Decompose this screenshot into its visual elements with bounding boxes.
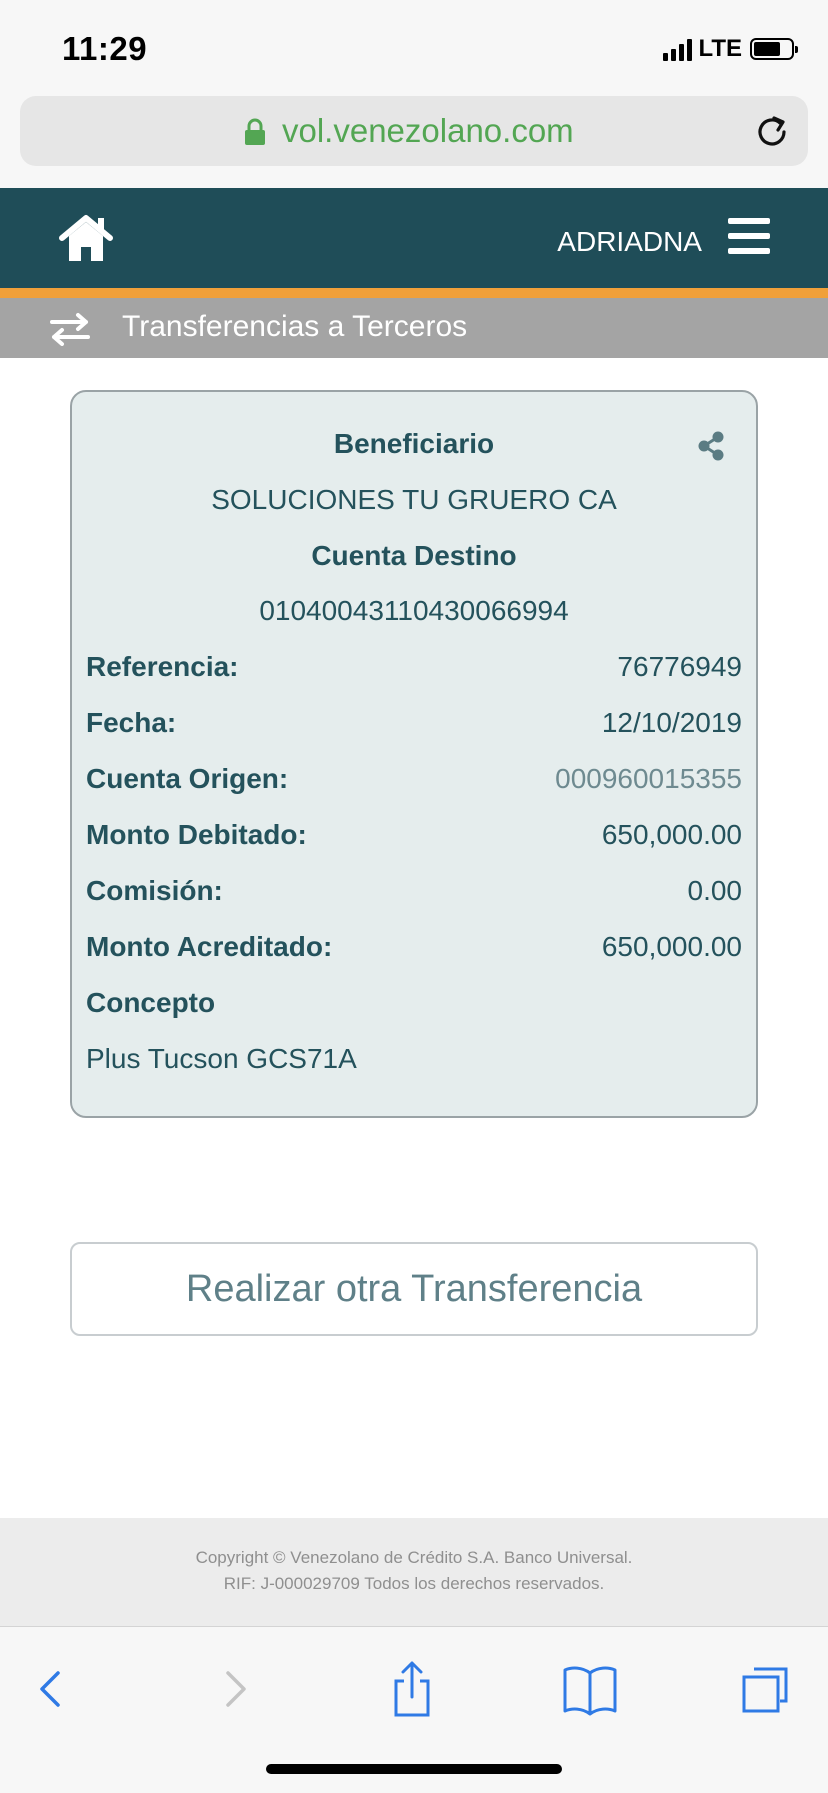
lock-icon bbox=[245, 118, 265, 145]
detail-row-reference: Referencia: 76776949 bbox=[86, 651, 742, 691]
accent-divider bbox=[0, 288, 828, 298]
row-value: 12/10/2019 bbox=[601, 707, 742, 738]
status-indicators: LTE bbox=[663, 35, 798, 62]
forward-icon[interactable] bbox=[204, 1659, 264, 1719]
row-label: Comisión: bbox=[86, 875, 223, 906]
app-header: ADRIADNA bbox=[0, 188, 828, 288]
row-label: Monto Acreditado: bbox=[86, 931, 333, 962]
concept-value-row: Plus Tucson GCS71A bbox=[86, 1043, 742, 1083]
status-time: 11:29 bbox=[62, 30, 148, 67]
detail-row-credited-amount: Monto Acreditado: 650,000.00 bbox=[86, 931, 742, 971]
menu-icon[interactable] bbox=[728, 218, 770, 254]
bookmarks-icon[interactable] bbox=[560, 1659, 620, 1719]
row-value: 650,000.00 bbox=[601, 931, 742, 962]
row-label: Monto Debitado: bbox=[86, 819, 307, 850]
status-bar: 11:29 LTE bbox=[0, 0, 828, 90]
tabs-icon[interactable] bbox=[736, 1659, 796, 1719]
copyright-text: Copyright © Venezolano de Crédito S.A. B… bbox=[195, 1548, 633, 1567]
dest-account-label: Cuenta Destino bbox=[311, 540, 517, 571]
row-value: 000960015355 bbox=[555, 763, 742, 794]
row-value: 0.00 bbox=[687, 875, 743, 906]
new-transfer-button[interactable]: Realizar otra Transferencia bbox=[70, 1242, 758, 1336]
row-label: Fecha: bbox=[86, 707, 177, 738]
reload-icon[interactable] bbox=[752, 112, 792, 152]
transfer-receipt-card: Beneficiario SOLUCIONES TU GRUERO CA Cue… bbox=[70, 390, 758, 1118]
row-label: Cuenta Origen: bbox=[86, 763, 289, 794]
url-text: vol.venezolano.com bbox=[282, 112, 574, 149]
row-value: 76776949 bbox=[617, 651, 742, 682]
concept-label: Concepto bbox=[86, 987, 216, 1018]
row-label: Referencia: bbox=[86, 651, 239, 682]
beneficiary-value: SOLUCIONES TU GRUERO CA bbox=[211, 484, 617, 515]
rif-text: RIF: J-000029709 Todos los derechos rese… bbox=[223, 1574, 605, 1593]
browser-address-area: vol.venezolano.com bbox=[0, 90, 828, 188]
network-type: LTE bbox=[698, 35, 742, 62]
user-name: ADRIADNA bbox=[557, 226, 702, 257]
home-icon[interactable] bbox=[58, 214, 114, 264]
section-title: Transferencias a Terceros bbox=[122, 310, 468, 343]
home-indicator bbox=[266, 1764, 562, 1774]
dest-account-value: 01040043110430066994 bbox=[259, 595, 569, 626]
detail-row-commission: Comisión: 0.00 bbox=[86, 875, 742, 915]
address-bar[interactable]: vol.venezolano.com bbox=[20, 96, 808, 166]
row-value: 650,000.00 bbox=[601, 819, 742, 850]
battery-icon bbox=[750, 38, 798, 60]
detail-row-source-account: Cuenta Origen: 000960015355 bbox=[86, 763, 742, 803]
concept-label-row: Concepto bbox=[86, 987, 742, 1027]
back-icon[interactable] bbox=[22, 1659, 82, 1719]
detail-row-debited-amount: Monto Debitado: 650,000.00 bbox=[86, 819, 742, 859]
share-sheet-icon[interactable] bbox=[382, 1659, 442, 1719]
page-footer: Copyright © Venezolano de Crédito S.A. B… bbox=[0, 1518, 828, 1626]
beneficiary-label: Beneficiario bbox=[333, 428, 495, 459]
detail-row-date: Fecha: 12/10/2019 bbox=[86, 707, 742, 747]
section-bar: Transferencias a Terceros bbox=[0, 298, 828, 358]
transfer-icon bbox=[50, 313, 90, 346]
concept-value: Plus Tucson GCS71A bbox=[86, 1043, 357, 1074]
signal-icon bbox=[663, 37, 693, 61]
